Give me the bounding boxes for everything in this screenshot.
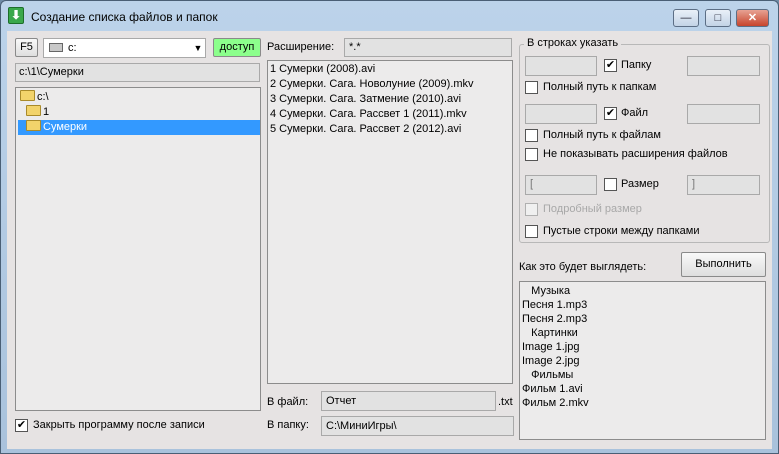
- maximize-button[interactable]: □: [705, 9, 731, 27]
- full-path-files-label: Полный путь к файлам: [543, 129, 661, 141]
- size-checkbox[interactable]: [604, 178, 617, 191]
- window-title: Создание списка файлов и папок: [31, 10, 218, 24]
- folder-open-icon: [26, 120, 41, 131]
- folder-icon: [26, 105, 41, 116]
- preview-folder: Фильмы: [522, 369, 574, 381]
- file-prefix-input[interactable]: [525, 104, 597, 124]
- close-after-write-checkbox[interactable]: ✔: [15, 419, 28, 432]
- chevron-down-icon[interactable]: ▼: [191, 40, 205, 56]
- full-path-folders-label: Полный путь к папкам: [543, 81, 657, 93]
- app-window: ⬇ Создание списка файлов и папок — □ ✕ F…: [0, 0, 779, 454]
- hide-extensions-checkbox[interactable]: [525, 148, 538, 161]
- preview-item: Фильм 2.mkv: [522, 397, 589, 409]
- tree-item-root[interactable]: c:\: [20, 90, 49, 105]
- preview-list: Музыка Песня 1.mp3 Песня 2.mp3 Картинки …: [519, 281, 766, 440]
- to-folder-label: В папку:: [267, 419, 309, 431]
- tree-item-label: 1: [43, 106, 50, 118]
- close-button[interactable]: ✕: [736, 9, 769, 27]
- download-arrow-icon: ⬇: [8, 7, 24, 24]
- folder-suffix-input[interactable]: [687, 56, 760, 76]
- drive-icon: [49, 43, 63, 52]
- extension-input[interactable]: *.*: [344, 38, 512, 57]
- access-button[interactable]: доступ: [213, 38, 261, 57]
- list-item[interactable]: 3 Сумерки. Сага. Затмение (2010).avi: [270, 92, 461, 107]
- minimize-button[interactable]: —: [673, 9, 699, 27]
- title-bar[interactable]: ⬇ Создание списка файлов и папок — □ ✕: [1, 1, 778, 31]
- tree-item-selected[interactable]: Сумерки: [18, 120, 260, 135]
- hide-extensions-label: Не показывать расширения файлов: [543, 148, 728, 160]
- tree-item-label: Сумерки: [43, 121, 88, 133]
- folder-checkbox[interactable]: ✔: [604, 59, 617, 72]
- current-path-field[interactable]: c:\1\Сумерки: [15, 63, 260, 82]
- size-label: Размер: [621, 178, 659, 190]
- file-suffix-input[interactable]: [687, 104, 760, 124]
- preview-item: Image 2.jpg: [522, 355, 580, 367]
- folder-icon: [20, 90, 35, 101]
- drive-select[interactable]: c: ▼: [43, 38, 206, 58]
- full-path-files-checkbox[interactable]: [525, 129, 538, 142]
- size-prefix-input[interactable]: [: [525, 175, 597, 195]
- output-file-input[interactable]: Отчет: [321, 391, 496, 411]
- tree-item-1[interactable]: 1: [26, 105, 49, 120]
- preview-item: Песня 1.mp3: [522, 299, 588, 311]
- drive-value: c:: [68, 42, 77, 54]
- preview-item: Фильм 1.avi: [522, 383, 583, 395]
- to-file-label: В файл:: [267, 396, 309, 408]
- size-suffix-input[interactable]: ]: [687, 175, 760, 195]
- file-label: Файл: [621, 107, 649, 119]
- detailed-size-checkbox: [525, 203, 538, 216]
- preview-label: Как это будет выглядеть:: [519, 261, 647, 273]
- preview-item: Image 1.jpg: [522, 341, 580, 353]
- file-list[interactable]: 1 Сумерки (2008).avi 2 Сумерки. Сага. Но…: [267, 60, 513, 384]
- list-item[interactable]: 2 Сумерки. Сага. Новолуние (2009).mkv: [270, 77, 474, 92]
- f5-refresh-button[interactable]: F5: [15, 38, 38, 57]
- preview-folder: Музыка: [522, 285, 571, 297]
- client-area: F5 c: ▼ доступ c:\1\Сумерки c:\ 1 Сумерк…: [7, 31, 772, 449]
- empty-lines-label: Пустые строки между папками: [543, 225, 700, 237]
- output-folder-input[interactable]: C:\МиниИгры\: [321, 416, 514, 436]
- list-item[interactable]: 4 Сумерки. Сага. Рассвет 1 (2011).mkv: [270, 107, 467, 122]
- detailed-size-label: Подробный размер: [543, 203, 642, 215]
- full-path-folders-checkbox[interactable]: [525, 81, 538, 94]
- txt-extension-label: .txt: [498, 396, 513, 408]
- preview-folder: Картинки: [522, 327, 578, 339]
- folder-label: Папку: [621, 59, 652, 71]
- options-group-title: В строках указать: [524, 37, 622, 49]
- tree-item-label: c:\: [37, 91, 49, 103]
- list-item[interactable]: 1 Сумерки (2008).avi: [270, 62, 375, 77]
- empty-lines-checkbox[interactable]: [525, 225, 538, 238]
- close-after-write-label: Закрыть программу после записи: [33, 419, 205, 431]
- folder-tree[interactable]: c:\ 1 Сумерки: [15, 87, 261, 411]
- run-button[interactable]: Выполнить: [681, 252, 766, 277]
- folder-prefix-input[interactable]: [525, 56, 597, 76]
- preview-item: Песня 2.mp3: [522, 313, 588, 325]
- list-item[interactable]: 5 Сумерки. Сага. Рассвет 2 (2012).avi: [270, 122, 461, 137]
- extension-label: Расширение:: [267, 41, 335, 53]
- file-checkbox[interactable]: ✔: [604, 107, 617, 120]
